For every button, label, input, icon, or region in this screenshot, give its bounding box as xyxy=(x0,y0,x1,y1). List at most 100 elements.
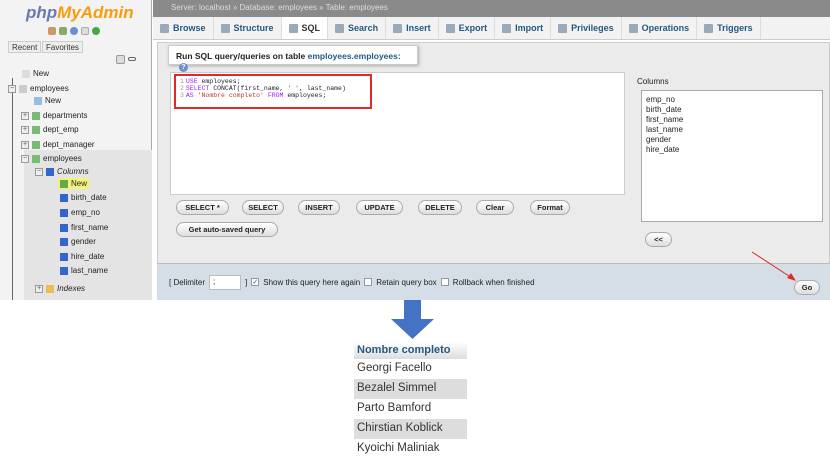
clear-button[interactable]: Clear xyxy=(476,200,514,215)
tab-browse[interactable]: Browse xyxy=(153,17,214,39)
tab-privileges[interactable]: Privileges xyxy=(551,17,622,39)
navigation-sidebar: phpMyAdmin Recent Favorites New − employe… xyxy=(0,0,152,300)
table-icon xyxy=(32,125,40,134)
structure-icon xyxy=(220,23,230,33)
column-option[interactable]: hire_date xyxy=(646,145,818,155)
result-column-header[interactable]: Nombre completo xyxy=(354,342,467,359)
browse-icon xyxy=(160,23,169,33)
result-row: Kyoichi Maliniak xyxy=(357,442,440,454)
tree-item-column[interactable]: birth_date xyxy=(60,193,107,202)
column-icon xyxy=(60,237,68,246)
tree-item-employees-db[interactable]: − employees xyxy=(8,84,69,93)
tab-import[interactable]: Import xyxy=(495,17,552,39)
tab-structure[interactable]: Structure xyxy=(214,17,282,39)
search-icon xyxy=(335,23,345,33)
tree-item-indexes[interactable]: + Indexes xyxy=(35,284,85,293)
tree-item-column[interactable]: gender xyxy=(60,237,96,246)
tree-item-new-column[interactable]: New xyxy=(58,178,90,189)
import-icon xyxy=(502,23,512,33)
get-auto-saved-query-button[interactable]: Get auto-saved query xyxy=(176,222,278,237)
logout-icon[interactable] xyxy=(59,27,67,35)
collapse-icon[interactable]: − xyxy=(21,154,29,163)
delete-button[interactable]: DELETE xyxy=(418,200,462,215)
expand-icon[interactable]: + xyxy=(35,284,43,293)
export-icon xyxy=(445,23,455,33)
help-icon[interactable]: ? xyxy=(179,63,188,72)
new-icon xyxy=(22,69,30,78)
sql-icon xyxy=(288,23,298,33)
column-icon xyxy=(60,193,68,202)
breadcrumb-table[interactable]: Table: employees xyxy=(326,3,388,12)
column-option[interactable]: first_name xyxy=(646,115,818,125)
tab-triggers[interactable]: Triggers xyxy=(697,17,761,39)
column-icon xyxy=(60,208,68,217)
tree-item-new-table[interactable]: New xyxy=(34,96,61,105)
tab-search[interactable]: Search xyxy=(328,17,387,39)
breadcrumb: Server: localhost » Database: employees … xyxy=(153,0,830,17)
new-table-icon xyxy=(34,96,42,105)
sql-code: 1 USE employees; 2 SELECT CONCAT(first_nam… xyxy=(180,78,346,99)
tree-item-dept-emp[interactable]: + dept_emp xyxy=(21,125,79,134)
expand-icon[interactable]: + xyxy=(21,140,29,149)
wrench-icon xyxy=(628,23,638,33)
column-icon xyxy=(60,266,68,275)
panel-legend: Run SQL query/queries on table employees… xyxy=(168,45,418,72)
home-icon[interactable] xyxy=(48,27,56,35)
collapse-icon[interactable]: − xyxy=(8,84,16,93)
tab-export[interactable]: Export xyxy=(439,17,496,39)
favorites-tab[interactable]: Favorites xyxy=(42,41,83,53)
link-icon[interactable] xyxy=(128,57,136,61)
red-pointer-arrow xyxy=(751,251,796,281)
column-option[interactable]: last_name xyxy=(646,125,818,135)
delimiter-input[interactable]: ; xyxy=(209,274,242,290)
insert-icon xyxy=(393,23,403,33)
tab-sql[interactable]: SQL xyxy=(281,17,329,39)
result-row: Parto Bamford xyxy=(357,402,432,414)
column-icon xyxy=(60,252,68,261)
docs-icon[interactable] xyxy=(81,27,89,35)
table-tabs: Browse Structure SQL Search Insert Expor… xyxy=(153,17,830,40)
tab-insert[interactable]: Insert xyxy=(386,17,439,39)
collapse-icon[interactable]: − xyxy=(35,167,43,176)
select-all-button[interactable]: SELECT * xyxy=(176,200,229,215)
tree-item-column[interactable]: hire_date xyxy=(60,252,104,261)
columns-listbox[interactable]: emp_no birth_date first_name last_name g… xyxy=(641,90,823,222)
result-row: Georgi Facello xyxy=(357,362,432,374)
reload-icon[interactable] xyxy=(92,27,100,35)
expand-icon[interactable]: + xyxy=(21,111,29,120)
tree-item-column[interactable]: last_name xyxy=(60,266,108,275)
help-icon[interactable] xyxy=(70,27,78,35)
column-option[interactable]: gender xyxy=(646,135,818,145)
insert-button[interactable]: INSERT xyxy=(298,200,340,215)
update-button[interactable]: UPDATE xyxy=(356,200,403,215)
tab-operations[interactable]: Operations xyxy=(622,17,698,39)
tree-item-column[interactable]: first_name xyxy=(60,223,108,232)
columns-icon xyxy=(46,167,54,176)
column-option[interactable]: emp_no xyxy=(646,95,818,105)
collapse-all-icon[interactable] xyxy=(116,55,125,64)
format-button[interactable]: Format xyxy=(530,200,570,215)
column-icon xyxy=(60,223,68,232)
query-options-bar: [ Delimiter ; ] ✓ Show this query here ag… xyxy=(157,263,830,300)
rollback-checkbox[interactable] xyxy=(440,278,449,286)
insert-column-button[interactable]: << xyxy=(645,232,672,247)
tree-item-departments[interactable]: + departments xyxy=(21,111,87,120)
tree-item-column[interactable]: emp_no xyxy=(60,208,100,217)
tree-item-columns[interactable]: − Columns xyxy=(35,167,89,176)
tree-line xyxy=(12,78,13,300)
retain-query-checkbox[interactable] xyxy=(364,278,373,286)
show-query-checkbox[interactable]: ✓ xyxy=(251,278,260,286)
tree-item-dept-manager[interactable]: + dept_manager xyxy=(21,140,95,149)
breadcrumb-server[interactable]: Server: localhost xyxy=(171,3,231,12)
tree-item-employees-table[interactable]: − employees xyxy=(21,154,82,163)
table-icon xyxy=(32,111,40,120)
tree-item-new-database[interactable]: New xyxy=(22,69,49,78)
recent-tab[interactable]: Recent xyxy=(8,41,42,53)
select-button[interactable]: SELECT xyxy=(242,200,284,215)
sidebar-toolbar xyxy=(48,27,100,35)
privileges-icon xyxy=(558,23,568,33)
expand-icon[interactable]: + xyxy=(21,125,29,134)
column-option[interactable]: birth_date xyxy=(646,105,818,115)
breadcrumb-database[interactable]: Database: employees xyxy=(240,3,317,12)
phpmyadmin-logo[interactable]: phpMyAdmin xyxy=(26,3,134,23)
